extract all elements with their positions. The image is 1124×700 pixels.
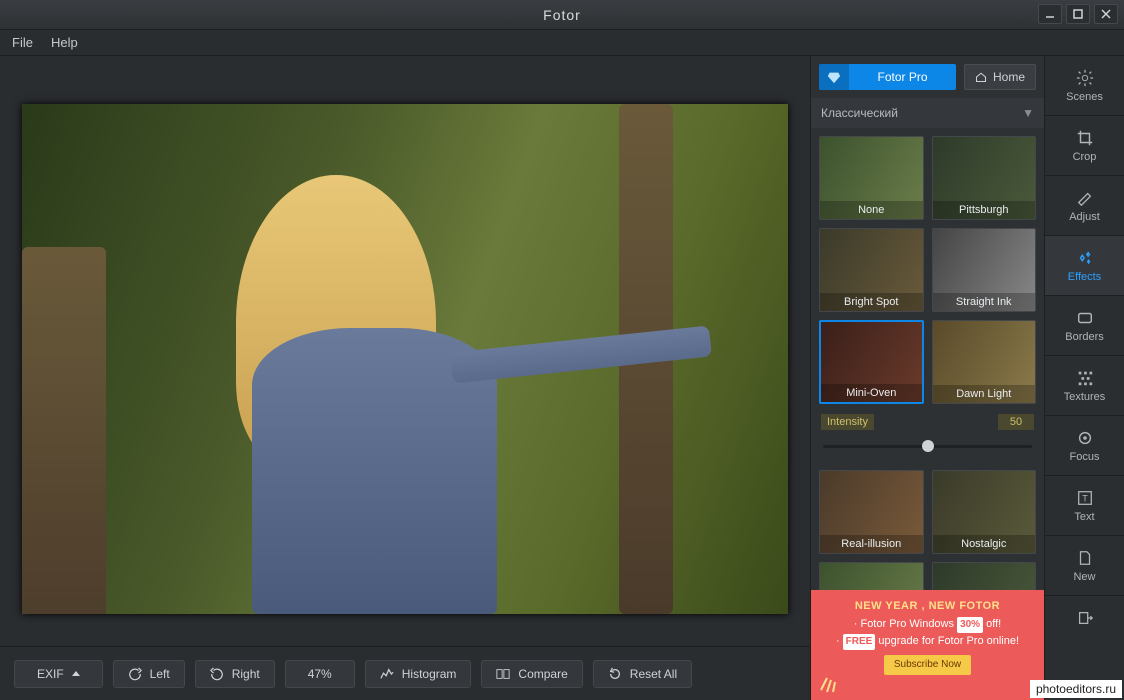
textures-icon — [1076, 369, 1094, 387]
text-icon: T — [1076, 489, 1094, 507]
tool-crop[interactable]: Crop — [1045, 116, 1124, 176]
effect-thumb-real-illusion[interactable]: Real-illusion — [819, 470, 924, 554]
rotate-right-icon — [210, 667, 224, 681]
chevron-down-icon: ▼ — [1022, 106, 1034, 120]
home-button[interactable]: Home — [964, 64, 1036, 90]
sparkle-icon — [817, 668, 843, 694]
new-icon — [1076, 549, 1094, 567]
intensity-label: Intensity — [821, 414, 874, 430]
canvas-area — [0, 56, 810, 646]
tool-focus[interactable]: Focus — [1045, 416, 1124, 476]
intensity-slider[interactable] — [819, 432, 1036, 460]
tool-scenes[interactable]: Scenes — [1045, 56, 1124, 116]
tool-effects[interactable]: Effects — [1045, 236, 1124, 296]
reset-all-button[interactable]: Reset All — [593, 660, 692, 688]
rotate-left-button[interactable]: Left — [113, 660, 185, 688]
effect-thumb-mini-oven[interactable]: Mini-Oven — [819, 320, 924, 404]
tools-rail: Scenes Crop Adjust Effects Borders Textu… — [1044, 56, 1124, 700]
tool-export[interactable] — [1045, 596, 1124, 640]
image-canvas[interactable] — [22, 104, 788, 614]
window-maximize-button[interactable] — [1066, 4, 1090, 24]
edited-photo — [22, 104, 788, 614]
svg-text:T: T — [1082, 493, 1088, 503]
diamond-icon — [819, 64, 849, 90]
effect-thumb-dawn-light[interactable]: Dawn Light — [932, 320, 1037, 404]
home-icon — [975, 71, 987, 83]
effect-thumb-pittsburgh[interactable]: Pittsburgh — [932, 136, 1037, 220]
tool-textures[interactable]: Textures — [1045, 356, 1124, 416]
rotate-right-button[interactable]: Right — [195, 660, 275, 688]
tool-borders[interactable]: Borders — [1045, 296, 1124, 356]
window-close-button[interactable] — [1094, 4, 1118, 24]
reset-icon — [608, 667, 622, 681]
focus-icon — [1076, 429, 1094, 447]
effects-icon — [1076, 249, 1094, 267]
effect-thumb-bright-spot[interactable]: Bright Spot — [819, 228, 924, 312]
histogram-icon — [380, 667, 394, 681]
scenes-icon — [1076, 69, 1094, 87]
adjust-icon — [1076, 189, 1094, 207]
crop-icon — [1076, 129, 1094, 147]
promo-subscribe-button[interactable]: Subscribe Now — [884, 655, 971, 675]
tool-text[interactable]: T Text — [1045, 476, 1124, 536]
effect-thumb-nostalgic[interactable]: Nostalgic — [932, 470, 1037, 554]
watermark: photoeditors.ru — [1030, 680, 1122, 698]
rotate-left-icon — [128, 667, 142, 681]
menu-file[interactable]: File — [12, 35, 33, 50]
window-minimize-button[interactable] — [1038, 4, 1062, 24]
histogram-button[interactable]: Histogram — [365, 660, 472, 688]
menu-help[interactable]: Help — [51, 35, 78, 50]
title-bar: Fotor — [0, 0, 1124, 30]
effect-thumb-none[interactable]: None — [819, 136, 924, 220]
compare-icon — [496, 667, 510, 681]
intensity-value[interactable]: 50 — [998, 414, 1034, 430]
effect-thumb-straight-ink[interactable]: Straight Ink — [932, 228, 1037, 312]
tool-new[interactable]: New — [1045, 536, 1124, 596]
bottom-toolbar: EXIF Left Right 47% Histogram Compare Re… — [0, 646, 810, 700]
export-icon — [1076, 609, 1094, 627]
zoom-level-button[interactable]: 47% — [285, 660, 355, 688]
fotor-pro-button[interactable]: Fotor Pro — [819, 64, 956, 90]
app-title: Fotor — [543, 7, 581, 23]
effects-category-dropdown[interactable]: Классический ▼ — [811, 98, 1044, 128]
compare-button[interactable]: Compare — [481, 660, 582, 688]
menu-bar: File Help — [0, 30, 1124, 56]
exif-button[interactable]: EXIF — [14, 660, 103, 688]
tool-adjust[interactable]: Adjust — [1045, 176, 1124, 236]
promo-banner[interactable]: NEW YEAR , NEW FOTOR · Fotor Pro Windows… — [811, 590, 1044, 700]
borders-icon — [1076, 309, 1094, 327]
